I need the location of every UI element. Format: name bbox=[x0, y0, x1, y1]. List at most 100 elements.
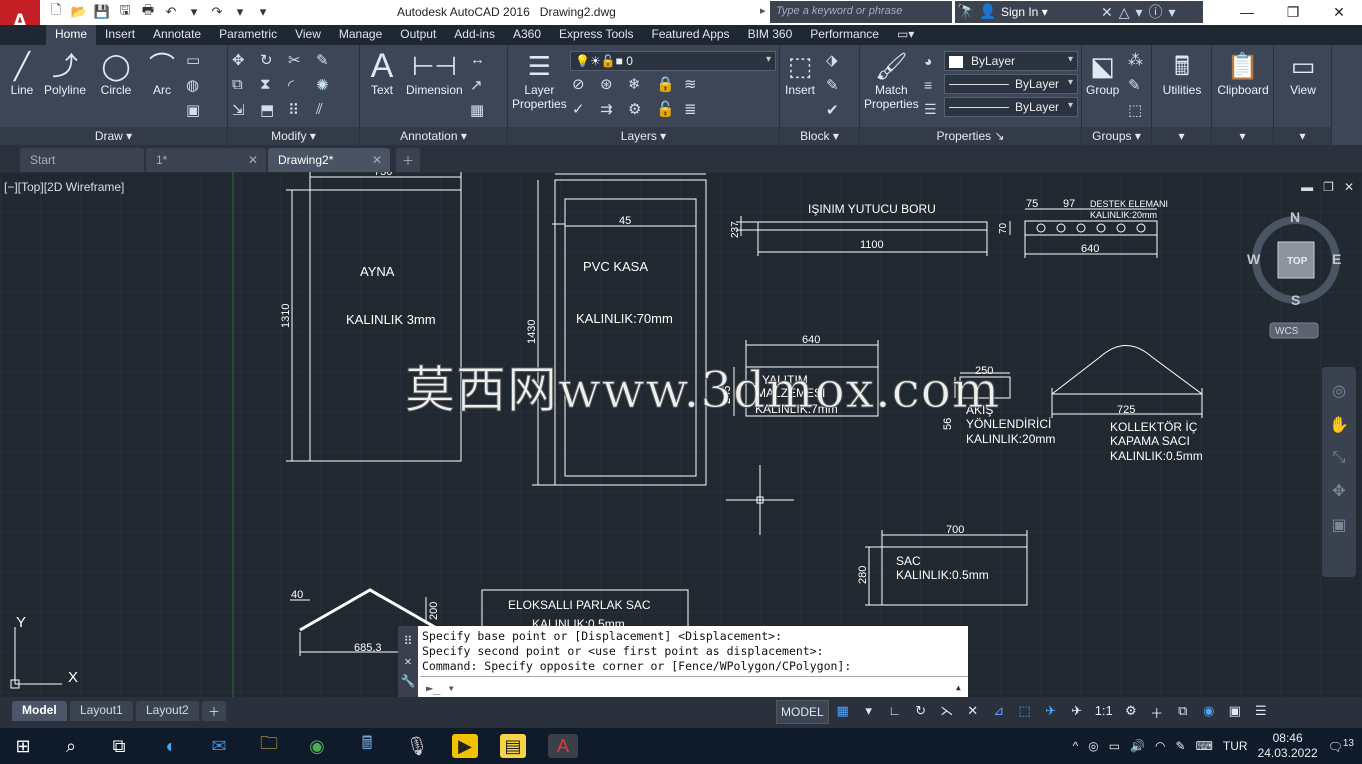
sign-in-button[interactable]: 🔭 👤 Sign In ▾ bbox=[955, 1, 1095, 23]
webcam-icon[interactable]: ◎ bbox=[1088, 739, 1098, 753]
polar-icon[interactable]: ↻ bbox=[909, 700, 933, 724]
clipboard-dropdown[interactable]: ▾ bbox=[1212, 127, 1273, 145]
copy-icon[interactable]: ⧉ bbox=[232, 76, 254, 100]
file-explorer-icon[interactable]: 🗀 bbox=[256, 733, 282, 758]
undo-dropdown-icon[interactable]: ▾ bbox=[184, 3, 204, 21]
compass-west[interactable]: W bbox=[1247, 251, 1261, 267]
command-line[interactable]: ⠿ ✕ 🔧 Specify base point or [Displacemen… bbox=[398, 626, 968, 698]
snap-icon[interactable]: ▾ bbox=[857, 700, 881, 724]
media-player-icon[interactable]: ▶ bbox=[452, 734, 478, 758]
ribbon-tab-output[interactable]: Output bbox=[391, 25, 445, 45]
layer-current-icon[interactable]: ✓ bbox=[572, 100, 594, 124]
exchange-icon[interactable]: ✕ bbox=[1101, 4, 1113, 21]
layer-properties-button[interactable]: ☰ Layer Properties bbox=[512, 49, 567, 111]
ribbon-tab-manage[interactable]: Manage bbox=[330, 25, 391, 45]
isodraft-icon[interactable]: ⋋ bbox=[935, 700, 959, 724]
new-tab-button[interactable]: ＋ bbox=[396, 148, 420, 172]
leader-icon[interactable]: ↗ bbox=[470, 76, 492, 100]
pen-icon[interactable]: ✎ bbox=[1176, 739, 1186, 753]
view-button[interactable]: ▭ View bbox=[1278, 49, 1328, 97]
help-icon[interactable]: ⓘ bbox=[1149, 2, 1163, 22]
edit-block-icon[interactable]: ✎ bbox=[826, 76, 848, 100]
layout-tab-layout1[interactable]: Layout1 bbox=[70, 701, 133, 721]
utilities-dropdown[interactable]: ▾ bbox=[1152, 127, 1211, 145]
drawing-svg[interactable]: AYNA KALINLIK 3mm PVC KASA KALINLIK:70mm… bbox=[0, 172, 1362, 697]
file-tab-start[interactable]: Start bbox=[20, 148, 144, 172]
drawing-canvas[interactable]: AYNA KALINLIK 3mm PVC KASA KALINLIK:70mm… bbox=[0, 172, 1362, 697]
plus-icon[interactable]: ＋ bbox=[1145, 700, 1169, 724]
layers-panel-title[interactable]: Layers ▾ bbox=[508, 127, 779, 145]
utilities-button[interactable]: 🖩 Utilities bbox=[1156, 49, 1208, 97]
clean-screen-icon[interactable]: ▣ bbox=[1223, 700, 1247, 724]
offset-icon[interactable]: ⫽ bbox=[316, 101, 338, 125]
edge-icon[interactable]: ◐ bbox=[158, 734, 184, 758]
open-icon[interactable]: 📂 bbox=[69, 3, 89, 21]
redo-icon[interactable]: ↷ bbox=[207, 3, 227, 21]
properties-panel-title[interactable]: Properties ↘ bbox=[860, 127, 1081, 145]
vp-close-icon[interactable]: ✕ bbox=[1344, 180, 1354, 194]
layer-freeze-icon[interactable]: ❄ bbox=[628, 75, 650, 99]
search-icon[interactable]: ⌕ bbox=[58, 734, 84, 758]
clipboard-button[interactable]: 📋 Clipboard bbox=[1216, 49, 1270, 97]
group-edit-icon[interactable]: ✎ bbox=[1128, 76, 1150, 100]
viewport-controls-label[interactable]: [−][Top][2D Wireframe] bbox=[4, 180, 124, 194]
match-properties-button[interactable]: 🖌 Match Properties bbox=[864, 49, 919, 111]
arc-button[interactable]: ⌒ Arc bbox=[146, 49, 178, 97]
customization-icon[interactable]: ☰ bbox=[1249, 700, 1273, 724]
fillet-icon[interactable]: ◜ bbox=[288, 76, 310, 100]
region-icon[interactable]: ▣ bbox=[186, 101, 208, 125]
wifi-icon[interactable]: ◠ bbox=[1155, 739, 1165, 753]
linetype-dropdown[interactable]: ByLayer bbox=[944, 74, 1078, 94]
close-tab-icon[interactable]: ✕ bbox=[372, 153, 382, 167]
ungroup-icon[interactable]: ⁂ bbox=[1128, 51, 1150, 75]
layer-match-icon[interactable]: ≋ bbox=[684, 75, 706, 99]
color-dropdown[interactable]: ByLayer bbox=[944, 51, 1078, 71]
group-button[interactable]: ⬕ Group bbox=[1086, 49, 1119, 97]
a360-icon[interactable]: △ bbox=[1119, 4, 1130, 21]
create-block-icon[interactable]: ⬗ bbox=[826, 51, 848, 75]
autocad-taskbar-icon[interactable]: A bbox=[548, 734, 578, 758]
attribute-icon[interactable]: ✔ bbox=[826, 101, 848, 125]
calculator-app-icon[interactable]: 🖩 bbox=[354, 733, 380, 758]
vp-minimize-icon[interactable]: ▬ bbox=[1301, 180, 1313, 194]
ribbon-tab-performance[interactable]: Performance bbox=[801, 25, 888, 45]
table-icon[interactable]: ▦ bbox=[470, 101, 492, 125]
layer-lock-icon[interactable]: 🔒 bbox=[656, 75, 678, 99]
new-icon[interactable]: 🗋 bbox=[46, 2, 66, 21]
add-layout-button[interactable]: ＋ bbox=[202, 701, 227, 721]
clock[interactable]: 08:46 24.03.2022 bbox=[1258, 731, 1318, 761]
layer-unlock-icon[interactable]: 🔓 bbox=[656, 100, 678, 124]
stretch-icon[interactable]: ⇲ bbox=[232, 101, 254, 125]
ribbon-tab-express-tools[interactable]: Express Tools bbox=[550, 25, 642, 45]
minimize-icon[interactable]: — bbox=[1224, 0, 1270, 24]
model-space-button[interactable]: MODEL bbox=[776, 700, 829, 724]
move-icon[interactable]: ✥ bbox=[232, 51, 254, 75]
ribbon-tab-annotate[interactable]: Annotate bbox=[144, 25, 210, 45]
customize-qat-icon[interactable]: ▾ bbox=[253, 3, 273, 21]
saveas-icon[interactable]: 🖫 bbox=[115, 2, 135, 21]
layer-dropdown[interactable]: 💡☀🔓■ 0 bbox=[570, 51, 776, 71]
compass-north[interactable]: N bbox=[1290, 209, 1300, 225]
ribbon-tab-overflow-icon[interactable]: ▭▾ bbox=[888, 25, 923, 45]
selection-cycling-icon[interactable]: ⬚ bbox=[1013, 700, 1037, 724]
circle-button[interactable]: ◯ Circle bbox=[100, 49, 132, 97]
restore-icon[interactable]: ❐ bbox=[1270, 0, 1316, 24]
file-tab-drawing2[interactable]: Drawing2* ✕ bbox=[268, 148, 390, 172]
chrome-icon[interactable]: ◉ bbox=[304, 734, 330, 758]
scale-icon[interactable]: ⬒ bbox=[260, 101, 282, 125]
ribbon-tab-insert[interactable]: Insert bbox=[96, 25, 144, 45]
erase-icon[interactable]: ✎ bbox=[316, 51, 338, 75]
view-dropdown[interactable]: ▾ bbox=[1274, 127, 1331, 145]
text-button[interactable]: A Text bbox=[366, 49, 398, 97]
insert-button[interactable]: ⬚ Insert bbox=[784, 49, 816, 97]
ribbon-tab-bim-360[interactable]: BIM 360 bbox=[739, 25, 802, 45]
annotation-panel-title[interactable]: Annotation ▾ bbox=[360, 127, 507, 145]
ribbon-tab-home[interactable]: Home bbox=[46, 25, 97, 45]
language-indicator[interactable]: TUR bbox=[1223, 739, 1248, 753]
block-panel-title[interactable]: Block ▾ bbox=[780, 127, 859, 145]
pan-icon[interactable]: ✋ bbox=[1329, 415, 1349, 435]
vp-restore-icon[interactable]: ❐ bbox=[1323, 180, 1334, 194]
dropdown-icon[interactable]: ▾ bbox=[1136, 4, 1143, 21]
close-command-icon[interactable]: ✕ bbox=[404, 654, 411, 668]
layer-copy-icon[interactable]: ⇉ bbox=[600, 100, 622, 124]
